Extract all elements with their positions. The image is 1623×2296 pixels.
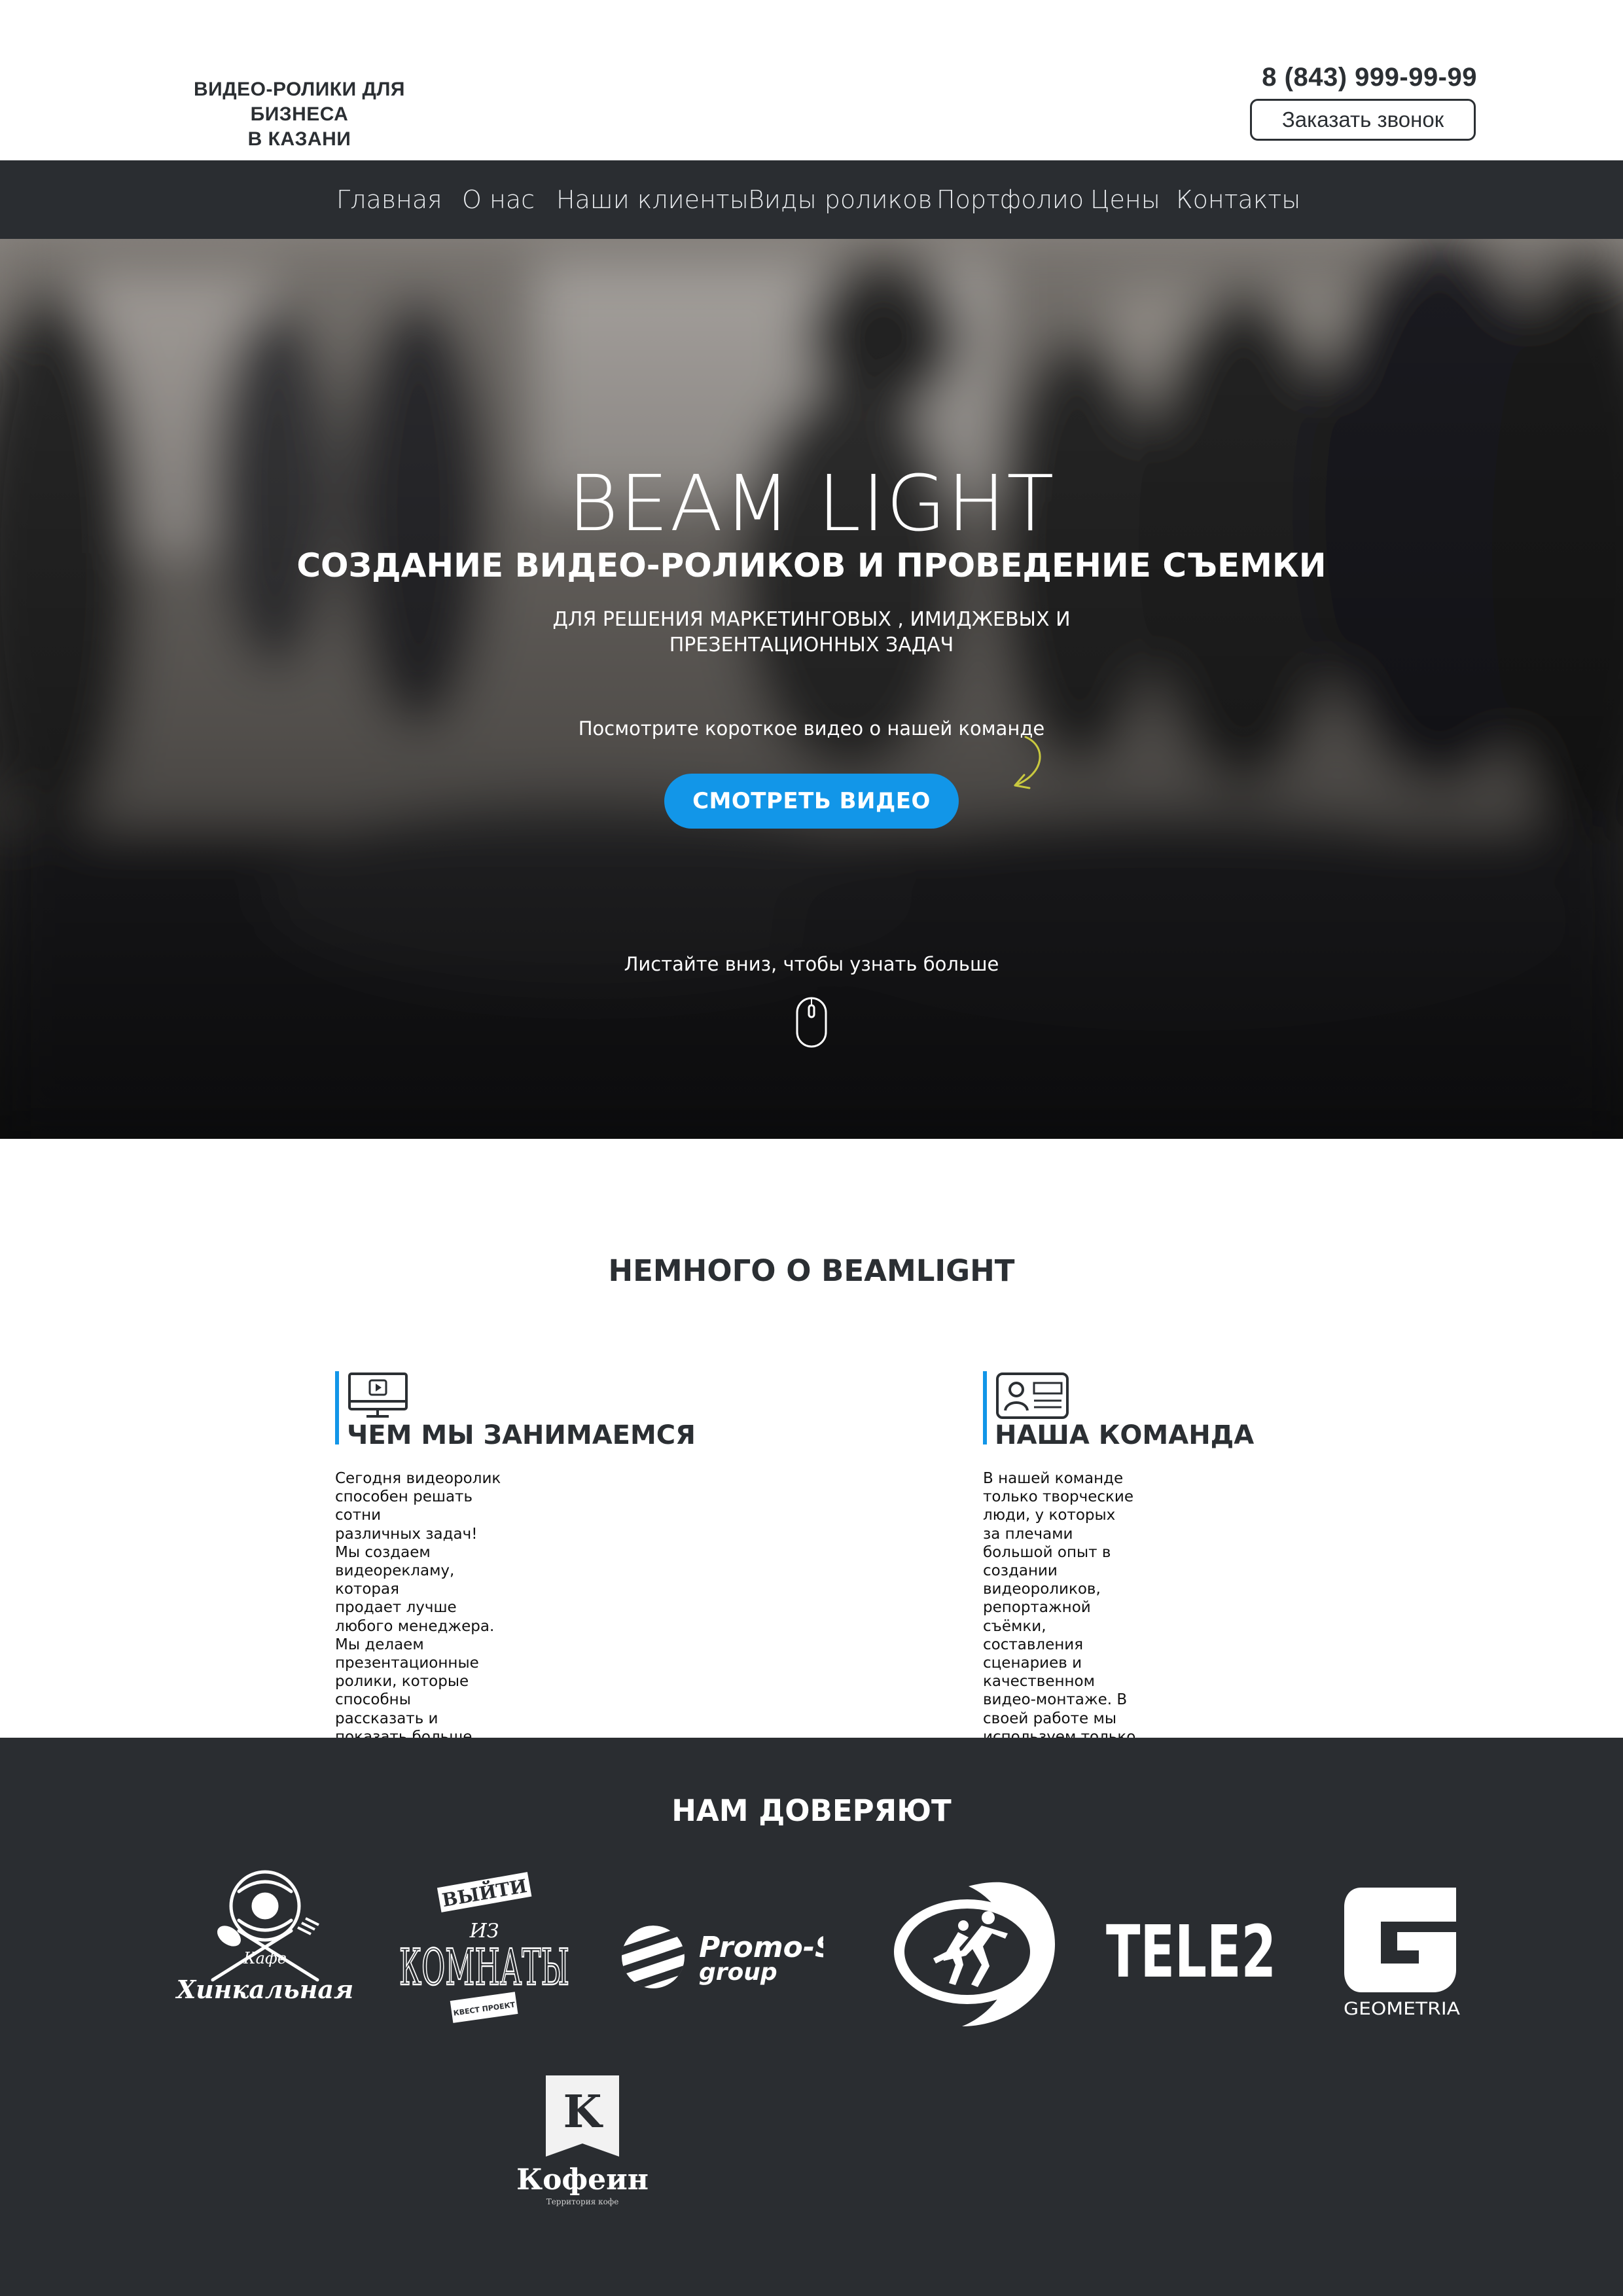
column-heading: НАША КОМАНДА	[995, 1420, 1255, 1450]
khinkalnaya-logo[interactable]: Кафе Хинкальная	[173, 1865, 357, 2016]
clients-section: НАМ ДОВЕРЯЮТ Кафе Хинкальная ВЫЙТИ ИЗ КО…	[0, 1738, 1623, 2296]
monitor-play-icon	[348, 1372, 408, 1418]
tele2-logo[interactable]: TELE2	[1105, 1914, 1278, 1986]
clients-section-title: НАМ ДОВЕРЯЮТ	[671, 1793, 952, 1828]
promo-s-group-logo[interactable]: Promo-S group	[620, 1921, 823, 1993]
hero-description: ДЛЯ РЕШЕНИЯ МАРКЕТИНГОВЫХ , ИМИДЖЕВЫХ И …	[550, 607, 1073, 658]
svg-text:ВЫЙТИ: ВЫЙТИ	[440, 1874, 529, 1911]
nav-item-contacts[interactable]: Контакты	[1176, 160, 1300, 239]
watch-video-button[interactable]: СМОТРЕТЬ ВИДЕО	[664, 774, 959, 829]
site-header: ВИДЕО-РОЛИКИ ДЛЯ БИЗНЕСА В КАЗАНИ 8 (843…	[0, 0, 1623, 160]
nav-item-prices[interactable]: Цены	[1090, 160, 1160, 239]
phone-number[interactable]: 8 (843) 999-99-99	[1262, 63, 1477, 92]
nav-item-home[interactable]: Главная	[336, 160, 442, 239]
hero-subtitle: СОЗДАНИЕ ВИДЕО-РОЛИКОВ И ПРОВЕДЕНИЕ СЪЕМ…	[296, 547, 1327, 584]
nav-item-clients[interactable]: Наши клиенты	[556, 160, 749, 239]
watch-video-hint: Посмотрите короткое видео о нашей команд…	[578, 717, 1045, 740]
hero-section: BEAM LIGHT СОЗДАНИЕ ВИДЕО-РОЛИКОВ И ПРОВ…	[0, 239, 1623, 1139]
about-section-title: НЕМНОГО О BEAMLIGHT	[608, 1253, 1015, 1288]
main-nav: Главная О нас Наши клиенты Виды роликов …	[0, 160, 1623, 239]
svg-text:TELE2: TELE2	[1106, 1914, 1276, 1986]
svg-text:group: group	[699, 1959, 777, 1986]
svg-text:K: K	[563, 2086, 603, 2138]
hero-title: BEAM LIGHT	[567, 458, 1056, 548]
curved-arrow-icon	[1014, 736, 1041, 789]
brand-tagline[interactable]: ВИДЕО-РОЛИКИ ДЛЯ БИЗНЕСА В КАЗАНИ	[147, 77, 452, 152]
scroll-hint: Листайте вниз, чтобы узнать больше	[624, 953, 999, 975]
id-card-icon	[996, 1372, 1069, 1419]
svg-text:GEOMETRIA: GEOMETRIA	[1344, 1999, 1461, 2019]
mouse-icon[interactable]	[795, 996, 828, 1049]
svg-text:КОМНАТЫ: КОМНАТЫ	[399, 1938, 569, 1996]
brand-line-2: В КАЗАНИ	[247, 128, 351, 150]
accent-bar	[983, 1371, 987, 1444]
hero-description-line-2: ПРЕЗЕНТАЦИОННЫХ ЗАДАЧ	[669, 634, 954, 656]
nav-item-video-types[interactable]: Виды роликов	[748, 160, 933, 239]
vyiti-iz-komnaty-logo[interactable]: ВЫЙТИ ИЗ КОМНАТЫ КВЕСТ ПРОЕКТ	[396, 1872, 573, 2029]
brand-line-1: ВИДЕО-РОЛИКИ ДЛЯ БИЗНЕСА	[194, 79, 405, 125]
runners-oval-logo[interactable]	[890, 1878, 1060, 2029]
geometria-logo[interactable]: GEOMETRIA	[1342, 1885, 1463, 2019]
svg-text:Территория кофе: Территория кофе	[546, 2197, 619, 2206]
svg-text:Кофеин: Кофеин	[517, 2163, 648, 2197]
nav-item-about[interactable]: О нас	[462, 160, 535, 239]
column-heading: ЧЕМ МЫ ЗАНИМАЕМСЯ	[347, 1420, 696, 1450]
nav-item-portfolio[interactable]: Портфолио	[936, 160, 1084, 239]
accent-bar	[335, 1371, 339, 1444]
svg-text:Кафе: Кафе	[243, 1949, 287, 1967]
callback-button[interactable]: Заказать звонок	[1250, 99, 1476, 141]
kofein-logo[interactable]: K Кофеин Территория кофе	[517, 2072, 648, 2222]
svg-text:Хинкальная: Хинкальная	[175, 1975, 354, 2004]
hero-description-line-1: ДЛЯ РЕШЕНИЯ МАРКЕТИНГОВЫХ , ИМИДЖЕВЫХ И	[552, 608, 1071, 631]
